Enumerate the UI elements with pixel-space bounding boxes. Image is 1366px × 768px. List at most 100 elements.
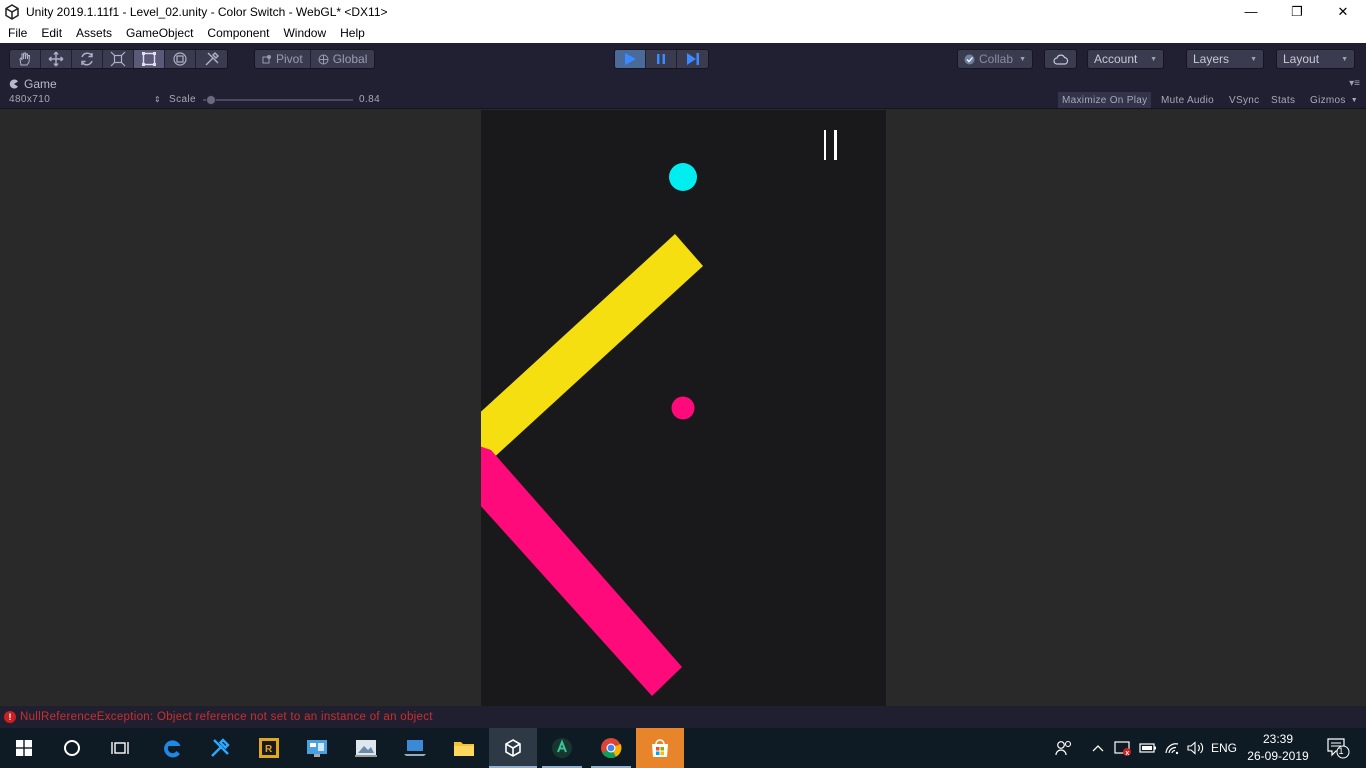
store-taskbar-button[interactable] xyxy=(636,728,684,768)
pivot-icon xyxy=(262,55,271,64)
rotate-tool-icon xyxy=(81,52,93,66)
close-button[interactable]: ✕ xyxy=(1320,0,1366,23)
menu-edit[interactable]: Edit xyxy=(34,23,69,43)
game-tab-label[interactable]: Game xyxy=(24,77,57,91)
scale-slider-thumb[interactable] xyxy=(205,95,216,105)
transform-tool-button[interactable] xyxy=(165,50,196,68)
console-status-bar[interactable]: ! NullReferenceException: Object referen… xyxy=(0,706,1366,728)
collab-button[interactable]: Collab ▼ xyxy=(957,49,1033,69)
maximize-on-play-toggle[interactable]: Maximize On Play xyxy=(1058,92,1152,108)
cloud-icon xyxy=(1052,54,1068,65)
security-tray-button[interactable]: x xyxy=(1112,728,1134,768)
layout-label: Layout xyxy=(1283,52,1320,66)
pink-obstacle-bar xyxy=(481,446,682,696)
task-view-button[interactable] xyxy=(96,728,144,768)
rect-tool-button[interactable] xyxy=(134,50,165,68)
play-button[interactable] xyxy=(615,50,646,68)
svg-text:x: x xyxy=(1125,750,1129,756)
pivot-button[interactable]: Pivot xyxy=(255,50,311,68)
global-label: Global xyxy=(332,52,368,66)
collab-check-icon xyxy=(964,54,975,64)
scale-tool-icon xyxy=(110,51,126,67)
unity-taskbar-button[interactable] xyxy=(489,728,537,768)
cortana-button[interactable] xyxy=(48,728,96,768)
menu-component[interactable]: Component xyxy=(200,23,276,43)
mute-audio-toggle[interactable]: Mute Audio xyxy=(1157,92,1218,108)
collab-label: Collab xyxy=(979,52,1014,66)
scale-slider-track[interactable] xyxy=(203,99,353,101)
unity-icon xyxy=(505,739,521,757)
clock-time: 23:39 xyxy=(1262,732,1294,746)
tab-menu-icon[interactable]: ▾≡ xyxy=(1349,78,1360,89)
menu-help[interactable]: Help xyxy=(333,23,372,43)
show-hidden-icons-button[interactable] xyxy=(1089,728,1107,768)
restore-button[interactable]: ❐ xyxy=(1274,0,1320,23)
layers-dropdown[interactable]: Layers ▼ xyxy=(1186,49,1264,69)
control-panel-icon xyxy=(307,740,327,757)
wifi-tray-button[interactable] xyxy=(1162,728,1184,768)
taskbar-clock[interactable]: 23:39 26-09-2019 xyxy=(1245,731,1311,765)
store-icon xyxy=(652,739,668,757)
photos-taskbar-button[interactable] xyxy=(342,728,390,768)
file-explorer-taskbar-button[interactable] xyxy=(440,728,488,768)
pause-button[interactable] xyxy=(646,50,677,68)
tools-icon xyxy=(211,738,230,757)
gamemaker-taskbar-button[interactable] xyxy=(538,728,586,768)
custom-tool-icon xyxy=(205,52,219,66)
resolution-stepper-icon[interactable]: ⇕ xyxy=(154,95,161,104)
people-button[interactable] xyxy=(1052,728,1076,768)
language-indicator[interactable]: ENG xyxy=(1209,728,1239,768)
rotate-tool-button[interactable] xyxy=(72,50,103,68)
photos-icon xyxy=(355,740,377,757)
laptop-taskbar-button[interactable] xyxy=(391,728,439,768)
minimize-button[interactable]: — xyxy=(1228,0,1274,23)
menu-file[interactable]: File xyxy=(0,23,34,43)
chevron-down-icon: ▼ xyxy=(1350,96,1358,104)
global-button[interactable]: Global xyxy=(310,50,375,68)
scale-tool-button[interactable] xyxy=(103,50,134,68)
menu-bar: File Edit Assets GameObject Component Wi… xyxy=(0,23,1366,43)
game-pacman-icon[interactable] xyxy=(9,79,19,89)
menu-assets[interactable]: Assets xyxy=(69,23,119,43)
scale-label: Scale xyxy=(169,94,197,105)
pause-game-button[interactable] xyxy=(819,130,841,162)
notification-count: 1 xyxy=(1338,746,1344,756)
svg-text:R: R xyxy=(265,744,273,755)
pink-player-ball xyxy=(671,396,695,420)
hand-tool-button[interactable] xyxy=(10,50,41,68)
custom-tool-button[interactable] xyxy=(196,50,227,68)
menu-gameobject[interactable]: GameObject xyxy=(119,23,200,43)
stats-toggle[interactable]: Stats xyxy=(1267,92,1299,108)
account-dropdown[interactable]: Account ▼ xyxy=(1087,49,1164,69)
move-tool-button[interactable] xyxy=(41,50,72,68)
step-button[interactable] xyxy=(677,50,708,68)
edge-taskbar-button[interactable] xyxy=(148,728,196,768)
layout-dropdown[interactable]: Layout ▼ xyxy=(1276,49,1355,69)
error-message[interactable]: NullReferenceException: Object reference… xyxy=(20,711,433,723)
resolution-dropdown[interactable]: 480x710 xyxy=(9,94,50,105)
chevron-down-icon: ▼ xyxy=(1341,55,1348,63)
start-button[interactable] xyxy=(0,728,48,768)
rider-taskbar-button[interactable]: R xyxy=(245,728,293,768)
vsync-toggle[interactable]: VSync xyxy=(1225,92,1263,108)
tools-taskbar-button[interactable] xyxy=(196,728,244,768)
action-center-button[interactable]: 1 xyxy=(1318,728,1358,768)
unity-logo-icon xyxy=(5,3,19,20)
menu-window[interactable]: Window xyxy=(276,23,333,43)
chrome-taskbar-button[interactable] xyxy=(587,728,635,768)
window-title: Unity 2019.1.11f1 - Level_02.unity - Col… xyxy=(26,4,388,19)
error-icon: ! xyxy=(4,711,16,723)
scale-value: 0.84 xyxy=(359,94,381,105)
gizmos-dropdown[interactable]: Gizmos ▼ xyxy=(1306,92,1362,108)
transform-tool-icon xyxy=(173,52,187,66)
game-tab-header: Game ▾≡ xyxy=(0,76,1366,92)
game-view xyxy=(0,110,1366,706)
chrome-icon xyxy=(601,738,622,759)
game-scene xyxy=(481,163,703,696)
play-icon xyxy=(625,53,636,65)
control-panel-taskbar-button[interactable] xyxy=(293,728,341,768)
game-canvas[interactable] xyxy=(481,110,886,706)
cloud-button[interactable] xyxy=(1044,49,1077,69)
battery-tray-button[interactable] xyxy=(1138,728,1158,768)
volume-tray-button[interactable] xyxy=(1185,728,1207,768)
